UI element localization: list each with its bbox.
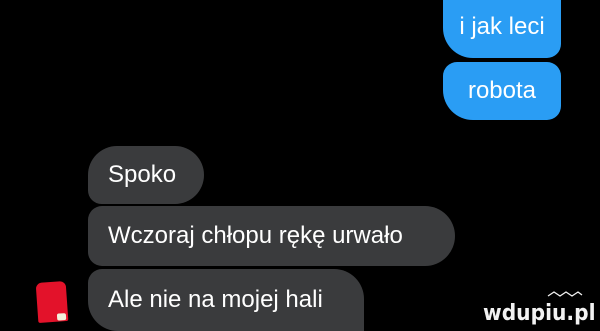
message-text: i jak leci <box>459 13 545 40</box>
message-text: Wczoraj chłopu rękę urwało <box>108 222 403 249</box>
chat-screen: i jak leci robota Spoko Wczoraj chłopu r… <box>0 0 600 331</box>
outgoing-message-bubble[interactable]: robota <box>443 62 561 120</box>
incoming-message-bubble[interactable]: Ale nie na mojej hali <box>88 269 364 331</box>
outgoing-message-bubble[interactable]: i jak leci <box>443 0 561 58</box>
incoming-message-bubble[interactable]: Wczoraj chłopu rękę urwało <box>88 206 455 266</box>
incoming-message-bubble[interactable]: Spoko <box>88 146 204 204</box>
message-text: Ale nie na mojej hali <box>108 286 323 313</box>
logo-mark-icon <box>547 291 583 297</box>
sender-avatar[interactable] <box>35 281 69 323</box>
message-text: robota <box>467 77 537 104</box>
site-watermark: wdupiu.pl <box>483 301 596 326</box>
message-text: Spoko <box>108 161 177 188</box>
